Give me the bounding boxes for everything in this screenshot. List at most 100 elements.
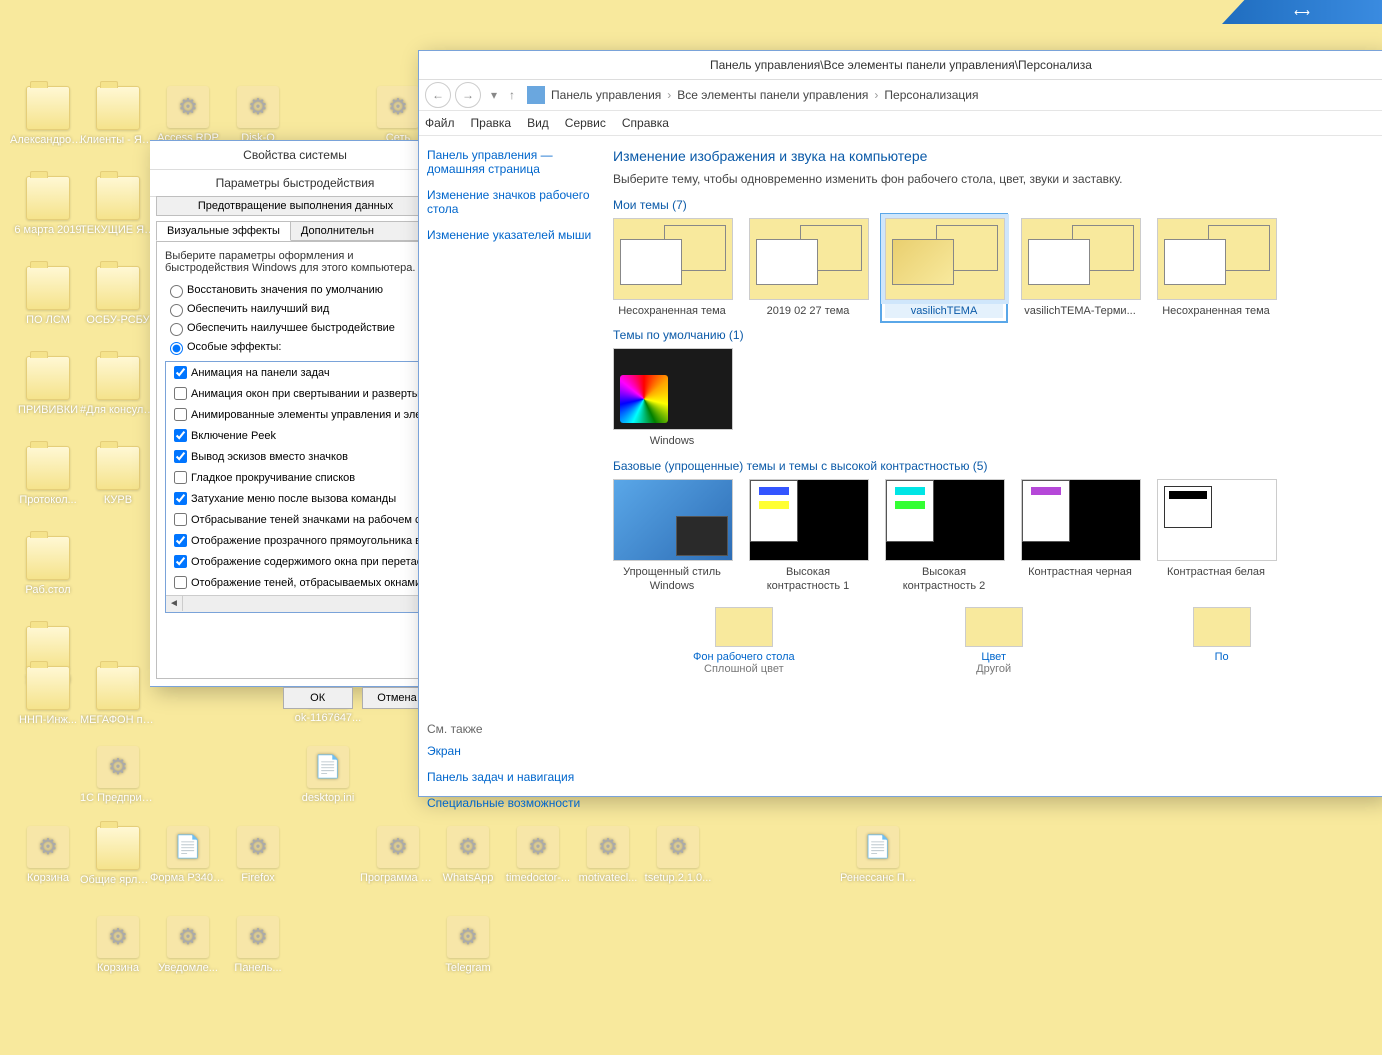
- nav-up-icon[interactable]: ↑: [509, 88, 515, 102]
- sidebar-taskbar[interactable]: Панель задач и навигация: [427, 770, 597, 784]
- desktop-icon[interactable]: ⚙Access.RDP: [150, 86, 226, 145]
- menu-item[interactable]: Файл: [425, 116, 455, 130]
- theme-item[interactable]: Упрощенный стиль Windows: [613, 479, 731, 594]
- effect-checkbox-row[interactable]: Затухание меню после вызова команды: [166, 488, 424, 509]
- nav-recent-icon[interactable]: ▾: [491, 88, 497, 102]
- radio-custom[interactable]: Особые эффекты:: [165, 339, 425, 355]
- theme-item[interactable]: vasilichTEMA: [885, 218, 1003, 318]
- desktop-icon[interactable]: ⚙Disk-O: [220, 86, 296, 145]
- sidebar-home[interactable]: Панель управления — домашняя страница: [427, 148, 597, 176]
- effect-checkbox[interactable]: [174, 429, 187, 442]
- effect-checkbox[interactable]: [174, 555, 187, 568]
- scroll-left-icon[interactable]: ◄: [166, 596, 183, 611]
- menu-item[interactable]: Справка: [622, 116, 669, 130]
- radio-best-performance[interactable]: Обеспечить наилучшее быстродействие: [165, 320, 425, 336]
- nav-forward-icon[interactable]: →: [455, 82, 481, 108]
- bottom-setting[interactable]: ЦветДругой: [965, 607, 1023, 675]
- theme-item[interactable]: Высокая контрастность 1: [749, 479, 867, 594]
- effect-checkbox[interactable]: [174, 387, 187, 400]
- radio-best-appearance[interactable]: Обеспечить наилучший вид: [165, 301, 425, 317]
- effect-checkbox[interactable]: [174, 534, 187, 547]
- theme-item[interactable]: vasilichTEMA-Терми...: [1021, 218, 1139, 318]
- desktop-icon[interactable]: Клиенты - Ярлык: [80, 86, 156, 147]
- bottom-setting[interactable]: Фон рабочего столаСплошной цвет: [693, 607, 795, 675]
- ok-button[interactable]: ОК: [283, 687, 353, 709]
- desktop-icon[interactable]: ⚙Корзина: [80, 916, 156, 975]
- desktop-icon[interactable]: ПРИВИВКИ: [10, 356, 86, 417]
- desktop-icon[interactable]: МЕГАФОН предложе...: [80, 666, 156, 727]
- desktop-icon[interactable]: ⚙1С Предприя...: [80, 746, 156, 805]
- desktop-icon[interactable]: ⚙Firefox: [220, 826, 296, 885]
- theme-item[interactable]: Windows: [613, 348, 731, 448]
- sidebar-desktop-icons[interactable]: Изменение значков рабочего стола: [427, 188, 597, 216]
- desktop-icon[interactable]: 6 марта 2019: [10, 176, 86, 237]
- effect-checkbox-row[interactable]: Отображение содержимого окна при перетас…: [166, 551, 424, 572]
- theme-item[interactable]: Контрастная белая: [1157, 479, 1275, 594]
- desktop-icon[interactable]: Раб.стол: [10, 536, 86, 597]
- effect-checkbox[interactable]: [174, 471, 187, 484]
- desktop-icon[interactable]: ПО ЛСМ: [10, 266, 86, 327]
- desktop-icon[interactable]: ОСБУ-РСБУ: [80, 266, 156, 327]
- setting-link[interactable]: По: [1193, 651, 1251, 663]
- desktop-icon[interactable]: ⚙Панель...: [220, 916, 296, 975]
- menu-item[interactable]: Сервис: [565, 116, 606, 130]
- sidebar-mouse-pointers[interactable]: Изменение указателей мыши: [427, 228, 597, 242]
- effect-checkbox-row[interactable]: Вывод эскизов вместо значков: [166, 446, 424, 467]
- effect-checkbox[interactable]: [174, 366, 187, 379]
- tab-dep[interactable]: Предотвращение выполнения данных: [156, 196, 435, 216]
- effect-checkbox-row[interactable]: Отображение прозрачного прямоугольника в…: [166, 530, 424, 551]
- effect-checkbox-row[interactable]: Анимация на панели задач: [166, 362, 424, 383]
- desktop-icon-label: Общие ярлыки: [80, 874, 156, 887]
- desktop-icon[interactable]: #Для консульта...: [80, 356, 156, 417]
- effect-checkbox-row[interactable]: Анимированные элементы управления и элем…: [166, 404, 424, 425]
- effect-checkbox-row[interactable]: Анимация окон при свертывании и разверты…: [166, 383, 424, 404]
- effect-checkbox-row[interactable]: Отображение теней, отбрасываемых окнами: [166, 572, 424, 593]
- desktop-icon[interactable]: ⚙Telegram: [430, 916, 506, 975]
- effect-checkbox[interactable]: [174, 513, 187, 526]
- nav-back-icon[interactable]: ←: [425, 82, 451, 108]
- menu-item[interactable]: Правка: [471, 116, 512, 130]
- tab-visual-effects[interactable]: Визуальные эффекты: [156, 221, 291, 241]
- effect-checkbox-row[interactable]: Отбрасывание теней значками на рабочем с…: [166, 509, 424, 530]
- desktop-icon-label: Александров Сергей: [10, 134, 86, 147]
- desktop-icon[interactable]: Александров Сергей: [10, 86, 86, 147]
- tab-advanced[interactable]: Дополнительн: [290, 221, 435, 241]
- desktop-icon[interactable]: ННП-Инж...: [10, 666, 86, 727]
- theme-item[interactable]: Высокая контрастность 2: [885, 479, 1003, 594]
- effect-checkbox[interactable]: [174, 576, 187, 589]
- desktop-icon[interactable]: ⚙Корзина: [10, 826, 86, 885]
- sidebar-display[interactable]: Экран: [427, 744, 597, 758]
- theme-name: Высокая контрастность 1: [749, 565, 867, 594]
- theme-item[interactable]: 2019 02 27 тема: [749, 218, 867, 318]
- desktop-icon[interactable]: ⚙timedoctor-...: [500, 826, 576, 885]
- effect-checkbox[interactable]: [174, 492, 187, 505]
- desktop-icon[interactable]: 📄desktop.ini: [290, 746, 366, 805]
- desktop-icon[interactable]: ⚙Уведомле...: [150, 916, 226, 975]
- desktop-icon[interactable]: КУРВ: [80, 446, 156, 507]
- theme-item[interactable]: Несохраненная тема: [613, 218, 731, 318]
- desktop-icon[interactable]: ⚙tsetup.2.1.0...: [640, 826, 716, 885]
- effect-checkbox-row[interactable]: Включение Peek: [166, 425, 424, 446]
- desktop-icon[interactable]: 📄Ренессанс Претензия...: [840, 826, 916, 885]
- theme-item[interactable]: Контрастная черная: [1021, 479, 1139, 594]
- desktop-icon[interactable]: ⚙motivatecl...: [570, 826, 646, 885]
- effect-checkbox[interactable]: [174, 450, 187, 463]
- horizontal-scrollbar[interactable]: ◄: [166, 595, 424, 612]
- setting-link[interactable]: Фон рабочего стола: [693, 651, 795, 663]
- menu-item[interactable]: Вид: [527, 116, 549, 130]
- radio-restore-defaults[interactable]: Восстановить значения по умолчанию: [165, 282, 425, 298]
- bottom-setting[interactable]: По: [1193, 607, 1251, 675]
- desktop-icon[interactable]: Общие ярлыки: [80, 826, 156, 887]
- effect-checkbox-row[interactable]: Гладкое прокручивание списков: [166, 467, 424, 488]
- theme-item[interactable]: Несохраненная тема: [1157, 218, 1275, 318]
- desktop-icon[interactable]: ⚙Программа подготовк...: [360, 826, 436, 885]
- sidebar-accessibility[interactable]: Специальные возможности: [427, 796, 597, 810]
- visual-effects-list[interactable]: Анимация на панели задачАнимация окон пр…: [165, 361, 425, 613]
- desktop-icon[interactable]: ⚙WhatsApp: [430, 826, 506, 885]
- desktop-icon[interactable]: ТЕКУЩИЕ Ярлык: [80, 176, 156, 237]
- desktop-icon[interactable]: 📄Форма Р34001.pdf: [150, 826, 226, 885]
- breadcrumb[interactable]: Панель управления›Все элементы панели уп…: [551, 88, 978, 102]
- effect-checkbox[interactable]: [174, 408, 187, 421]
- desktop-icon[interactable]: Протокол...: [10, 446, 86, 507]
- setting-link[interactable]: Цвет: [965, 651, 1023, 663]
